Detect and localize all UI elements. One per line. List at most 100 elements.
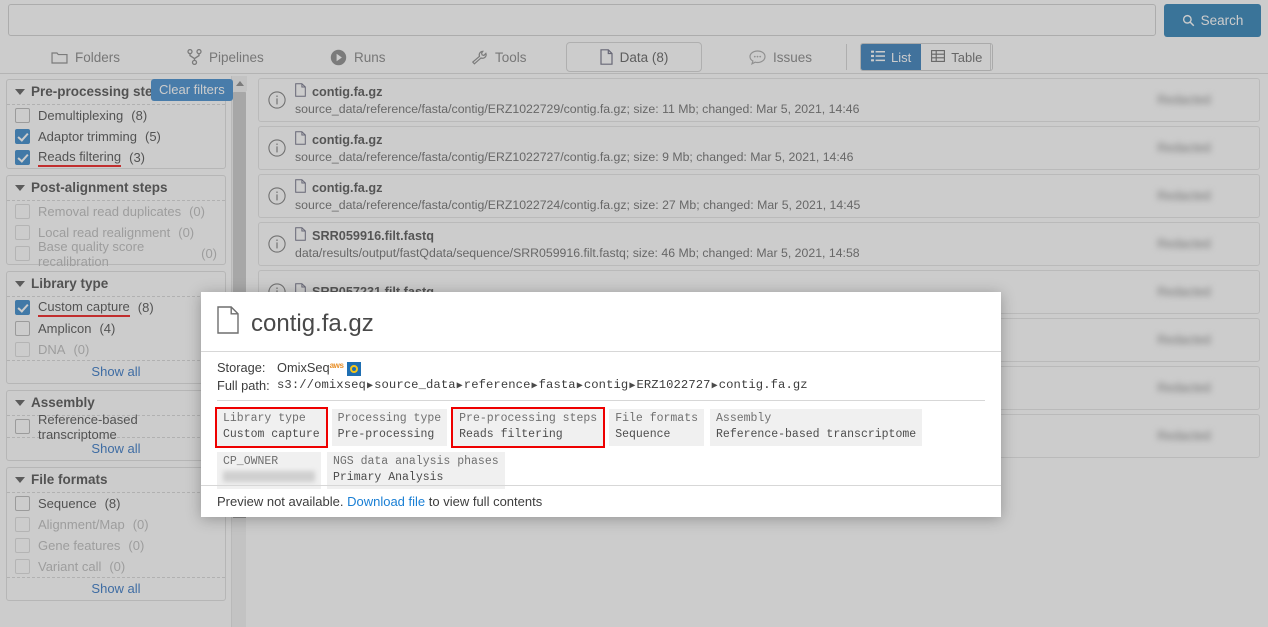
search-icon (1182, 14, 1195, 27)
redacted-value (223, 471, 315, 483)
search-button-label: Search (1200, 13, 1244, 28)
tab-tools[interactable]: Tools (456, 42, 542, 72)
facet-option-count: (4) (99, 321, 116, 336)
tab-runs[interactable]: Runs (315, 42, 401, 72)
checkbox[interactable] (15, 419, 30, 434)
facet-option-count: (0) (109, 559, 126, 574)
metadata-tag-value: Reference-based transcriptome (716, 427, 917, 441)
view-toggle: List Table (860, 43, 994, 71)
facet-option[interactable]: Reads filtering (3) (7, 147, 225, 168)
metadata-tag[interactable]: Pre-processing steps Reads filtering (451, 406, 606, 448)
breadcrumb-segment[interactable]: contig (584, 378, 628, 392)
file-list-row[interactable]: contig.fa.gz source_data/reference/fasta/… (258, 78, 1260, 122)
metadata-tag[interactable]: CP_OWNER (217, 451, 321, 489)
file-list-row[interactable]: contig.fa.gz source_data/reference/fasta/… (258, 126, 1260, 170)
checkbox[interactable] (15, 129, 30, 144)
facet-header[interactable]: File formats (7, 468, 225, 493)
preview-unavailable-text: Preview not available. (217, 494, 344, 509)
info-icon[interactable] (259, 187, 295, 205)
info-icon[interactable] (259, 91, 295, 109)
show-all-link[interactable]: Show all (7, 577, 225, 600)
storage-row: Storage: OmixSeqaws (201, 352, 1001, 377)
file-list-row[interactable]: contig.fa.gz source_data/reference/fasta/… (258, 174, 1260, 218)
facet-title: Post-alignment steps (31, 180, 168, 195)
file-icon (295, 131, 306, 149)
clear-filters-button[interactable]: Clear filters (151, 79, 233, 101)
metadata-tag-list: Library type Custom capture Processing typ… (201, 401, 1001, 489)
breadcrumb-segment[interactable]: source_data (374, 378, 456, 392)
facet-option-label: Removal read duplicates (38, 204, 182, 219)
breadcrumb-root[interactable]: s3://omixseq (277, 378, 366, 392)
metadata-tag-value: Pre-processing (337, 427, 435, 441)
checkbox[interactable] (15, 300, 30, 315)
view-toggle-list[interactable]: List (861, 44, 922, 70)
scroll-up-arrow[interactable] (232, 76, 247, 91)
show-all-link[interactable]: Show all (7, 360, 225, 383)
checkbox[interactable] (15, 496, 30, 511)
tab-pipelines[interactable]: Pipelines (172, 42, 279, 72)
facet-option-label: Custom capture (38, 299, 130, 317)
checkbox[interactable] (15, 150, 30, 165)
facet-option[interactable]: Adaptor trimming (5) (7, 126, 225, 147)
download-file-link[interactable]: Download file (347, 494, 425, 509)
checkbox[interactable] (15, 321, 30, 336)
metadata-tag-key: Processing type (337, 411, 442, 425)
tab-issues[interactable]: Issues (734, 42, 827, 72)
breadcrumb-segment[interactable]: reference (464, 378, 531, 392)
metadata-tag[interactable]: Assembly Reference-based transcriptome (710, 408, 923, 446)
metadata-tag[interactable]: File formats Sequence (609, 408, 705, 446)
view-toggle-list-label: List (891, 49, 912, 65)
file-details: data/results/output/fastQdata/sequence/S… (295, 246, 860, 260)
facet-option-count: (8) (131, 108, 148, 123)
table-icon (931, 49, 946, 65)
checkbox[interactable] (15, 108, 30, 123)
row-action-label[interactable]: Redacted (1109, 381, 1259, 395)
file-title: contig.fa.gz (295, 131, 1101, 149)
facet-option-count: (8) (137, 300, 154, 315)
facet-title: Library type (31, 276, 109, 291)
row-action-label[interactable]: Redacted (1109, 141, 1259, 155)
metadata-tag-value: Custom capture (223, 427, 320, 441)
row-action-label[interactable]: Redacted (1109, 237, 1259, 251)
tab-folders[interactable]: Folders (36, 42, 135, 72)
facet-option[interactable]: Amplicon (4) (7, 318, 225, 339)
view-toggle-table[interactable]: Table (921, 44, 993, 70)
facet-option-label: DNA (38, 342, 66, 357)
facet-option-count: (0) (189, 204, 205, 219)
file-details-modal: contig.fa.gz Storage: OmixSeqaws Full pa… (201, 292, 1001, 517)
breadcrumb-segment[interactable]: contig.fa.gz (719, 378, 808, 392)
row-action-label[interactable]: Redacted (1109, 429, 1259, 443)
search-input[interactable] (8, 4, 1156, 36)
facet-header[interactable]: Library type (7, 272, 225, 297)
metadata-tag[interactable]: Library type Custom capture (215, 406, 328, 448)
facet-option[interactable]: Reference-based transcriptome (7, 412, 225, 442)
storage-value: OmixSeqaws (277, 360, 361, 376)
file-name: contig.fa.gz (312, 84, 383, 99)
breadcrumb-segment[interactable]: fasta (539, 378, 576, 392)
metadata-tag-key: File formats (615, 411, 699, 425)
caret-down-icon (15, 184, 25, 191)
facet-option[interactable]: Demultiplexing (8) (7, 105, 225, 126)
facet-option: DNA (0) (7, 339, 225, 360)
facet-option-label: Demultiplexing (38, 108, 124, 123)
metadata-tag[interactable]: Processing type Pre-processing (331, 408, 448, 446)
info-icon[interactable] (259, 139, 295, 157)
facet-header[interactable]: Post-alignment steps (7, 176, 225, 201)
facet-option-count: (0) (132, 517, 149, 532)
tab-data[interactable]: Data (8) (566, 42, 702, 72)
file-icon (217, 306, 239, 341)
row-action-label[interactable]: Redacted (1109, 333, 1259, 347)
metadata-tag-value (223, 470, 315, 486)
row-action-label[interactable]: Redacted (1109, 285, 1259, 299)
metadata-tag[interactable]: NGS data analysis phases Primary Analysis (327, 451, 505, 489)
comment-icon (749, 49, 766, 65)
facet-option[interactable]: Custom capture (8) (7, 297, 225, 318)
breadcrumb-segment[interactable]: ERZ1022727 (636, 378, 710, 392)
facet-option[interactable]: Sequence (8) (7, 493, 225, 514)
search-button[interactable]: Search (1164, 4, 1261, 37)
info-icon[interactable] (259, 235, 295, 253)
row-action-label[interactable]: Redacted (1109, 93, 1259, 107)
facet-option-label: Reference-based transcriptome (38, 411, 138, 442)
row-action-label[interactable]: Redacted (1109, 189, 1259, 203)
file-list-row[interactable]: SRR059916.filt.fastq data/results/output/… (258, 222, 1260, 266)
